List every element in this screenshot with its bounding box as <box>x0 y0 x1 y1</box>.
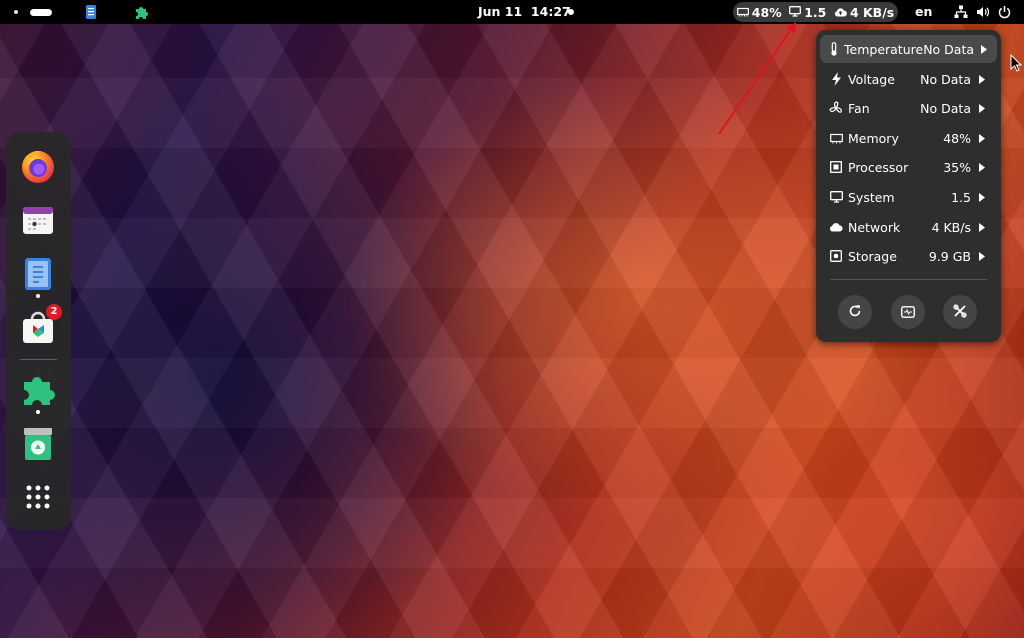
system-value: 1.5 <box>804 4 827 20</box>
memory-icon <box>736 5 749 20</box>
puzzle-icon[interactable] <box>134 5 148 19</box>
mouse-pointer-icon <box>1010 53 1023 76</box>
monitor-icon <box>829 190 843 204</box>
cpu-icon <box>829 160 843 174</box>
memory-indicator: 48% <box>736 4 782 20</box>
menu-row-network[interactable]: Network 4 KB/s <box>820 213 997 241</box>
system-monitor-button[interactable] <box>891 295 925 329</box>
menu-row-voltage[interactable]: Voltage No Data <box>820 65 997 93</box>
app-grid-icon[interactable] <box>20 479 56 515</box>
notification-badge: 2 <box>46 304 62 320</box>
menu-row-system[interactable]: System 1.5 <box>820 183 997 211</box>
row-label: Storage <box>848 248 897 264</box>
volume-icon <box>976 5 990 19</box>
workspace-active-pill[interactable] <box>30 8 52 16</box>
row-value: 1.5 <box>951 189 971 205</box>
clock-time: 14:27 <box>530 4 571 19</box>
chevron-right-icon <box>977 251 987 261</box>
row-value: No Data <box>920 100 971 116</box>
thermometer-icon <box>829 42 839 56</box>
menu-row-storage[interactable]: Storage 9.9 GB <box>820 242 997 270</box>
row-label: Voltage <box>848 71 895 87</box>
chevron-right-icon <box>977 133 987 143</box>
chevron-right-icon <box>977 162 987 172</box>
top-bar: Jun 11 14:27 48% 1.5 4 KB/s en <box>0 0 1024 24</box>
fan-icon <box>829 101 843 115</box>
running-indicator <box>36 294 40 298</box>
system-menu[interactable] <box>954 0 1011 24</box>
row-value: 4 KB/s <box>931 219 971 235</box>
row-label: Network <box>848 219 901 235</box>
extensions-icon[interactable] <box>20 372 56 408</box>
menu-separator <box>830 279 987 280</box>
menu-row-processor[interactable]: Processor 35% <box>820 153 997 181</box>
memory-value: 48% <box>751 4 782 20</box>
cloud-icon <box>829 220 843 234</box>
clock[interactable]: Jun 11 14:27 <box>478 0 571 24</box>
system-monitor-icon <box>901 303 915 322</box>
refresh-button[interactable] <box>838 295 872 329</box>
system-monitor-indicator[interactable]: 48% 1.5 4 KB/s <box>733 2 898 22</box>
chevron-right-icon <box>977 74 987 84</box>
chevron-right-icon <box>977 222 987 232</box>
row-value: No Data <box>923 41 975 57</box>
row-value: No Data <box>920 71 971 87</box>
system-monitor-menu: Temperature No Data Voltage No Data Fan … <box>816 30 1001 342</box>
dock-separator <box>20 359 57 360</box>
document-scanner-icon[interactable] <box>84 5 98 19</box>
row-label: System <box>848 189 895 205</box>
clock-date: Jun 11 <box>478 4 523 19</box>
chevron-right-icon <box>977 192 987 202</box>
activities-area[interactable] <box>14 0 148 24</box>
running-indicator <box>36 410 40 414</box>
network-value: 4 KB/s <box>849 4 895 20</box>
row-value: 48% <box>943 130 971 146</box>
preferences-button[interactable] <box>943 295 977 329</box>
firefox-icon[interactable] <box>20 148 56 184</box>
menu-row-memory[interactable]: Memory 48% <box>820 124 997 152</box>
cloud-icon <box>834 5 847 20</box>
notification-dot <box>568 9 574 15</box>
calendar-icon[interactable] <box>20 202 56 238</box>
keyboard-layout[interactable]: en <box>915 0 932 24</box>
bolt-icon <box>829 72 843 86</box>
disk-icon <box>829 249 843 263</box>
monitor-icon <box>789 5 802 20</box>
row-value: 9.9 GB <box>928 248 971 264</box>
power-icon <box>998 5 1011 19</box>
network-indicator: 4 KB/s <box>834 5 894 20</box>
workspace-dot[interactable] <box>14 10 18 14</box>
memory-icon <box>829 131 843 145</box>
document-scanner-icon[interactable] <box>20 256 56 292</box>
row-label: Fan <box>848 100 870 116</box>
preferences-icon <box>953 303 967 322</box>
chevron-right-icon <box>977 103 987 113</box>
row-label: Memory <box>848 130 899 146</box>
network-icon <box>954 5 968 19</box>
software-store-icon[interactable]: 2 <box>20 304 62 346</box>
menu-row-fan[interactable]: Fan No Data <box>820 94 997 122</box>
trash-icon[interactable] <box>20 426 56 462</box>
chevron-right-icon <box>980 44 987 54</box>
system-indicator: 1.5 <box>789 5 826 20</box>
menu-row-temperature[interactable]: Temperature No Data <box>820 35 997 63</box>
row-value: 35% <box>943 159 971 175</box>
dock: 2 <box>6 132 71 530</box>
row-label: Processor <box>848 159 909 175</box>
row-label: Temperature <box>844 41 924 57</box>
refresh-icon <box>848 303 862 322</box>
